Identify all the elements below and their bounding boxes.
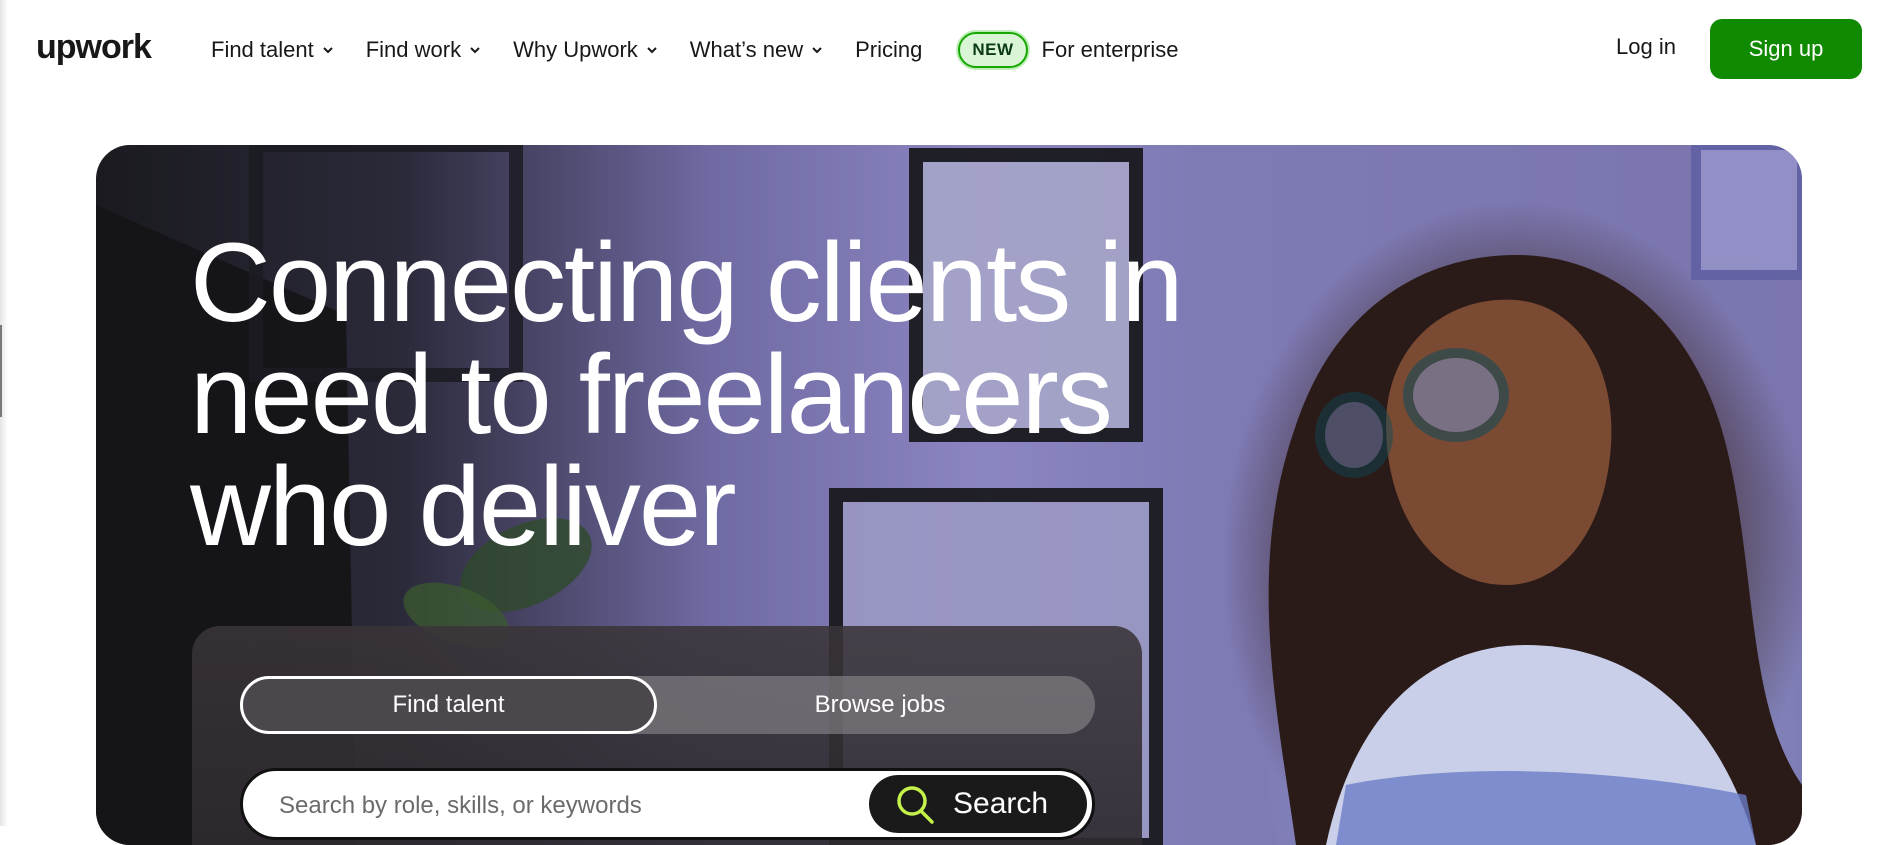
login-link[interactable]: Log in (1616, 34, 1676, 60)
nav-find-work-label: Find work (365, 37, 462, 62)
nav-find-talent[interactable]: Find talent (211, 37, 334, 63)
search-icon (897, 786, 934, 824)
chevron-down-icon (647, 47, 657, 54)
nav-why-upwork-label: Why Upwork (513, 37, 638, 62)
hero-banner: Connecting clients in need to freelancer… (96, 145, 1802, 845)
search-button[interactable]: Search (869, 775, 1087, 833)
new-badge: NEW (958, 32, 1028, 68)
search-bar: Search (240, 768, 1095, 840)
nav-for-enterprise[interactable]: For enterprise (1042, 37, 1179, 63)
nav-find-work[interactable]: Find work (366, 37, 481, 63)
nav-why-upwork[interactable]: Why Upwork (513, 37, 658, 63)
tab-find-talent[interactable]: Find talent (240, 676, 657, 734)
chevron-down-icon (323, 47, 333, 54)
search-panel: Find talent Browse jobs Search (192, 626, 1142, 845)
headline-line: Connecting clients in (190, 220, 1183, 345)
top-navigation: upwork Find talent Find work Why Upwork … (0, 0, 1894, 98)
hero-headline: Connecting clients in need to freelancer… (190, 227, 1190, 563)
headline-line: who deliver (190, 444, 737, 569)
search-mode-toggle: Find talent Browse jobs (240, 676, 1095, 734)
nav-whats-new-label: What’s new (689, 37, 804, 62)
signup-button[interactable]: Sign up (1710, 19, 1862, 79)
upwork-logo[interactable]: upwork (36, 26, 166, 70)
nav-pricing-label: Pricing (855, 37, 923, 62)
headline-line: need to freelancers (190, 332, 1113, 457)
chevron-down-icon (812, 47, 822, 54)
chevron-down-icon (470, 47, 480, 54)
tab-browse-jobs[interactable]: Browse jobs (665, 676, 1095, 734)
nav-pricing[interactable]: Pricing (855, 37, 922, 63)
nav-find-talent-label: Find talent (211, 37, 314, 62)
nav-whats-new[interactable]: What’s new (690, 37, 823, 63)
search-button-label: Search (953, 787, 1049, 820)
svg-text:upwork: upwork (36, 28, 152, 66)
search-input[interactable] (277, 785, 841, 827)
main-nav: Find talent Find work Why Upwork What’s … (211, 28, 1178, 72)
left-edge-scroll-indicator (0, 325, 2, 417)
